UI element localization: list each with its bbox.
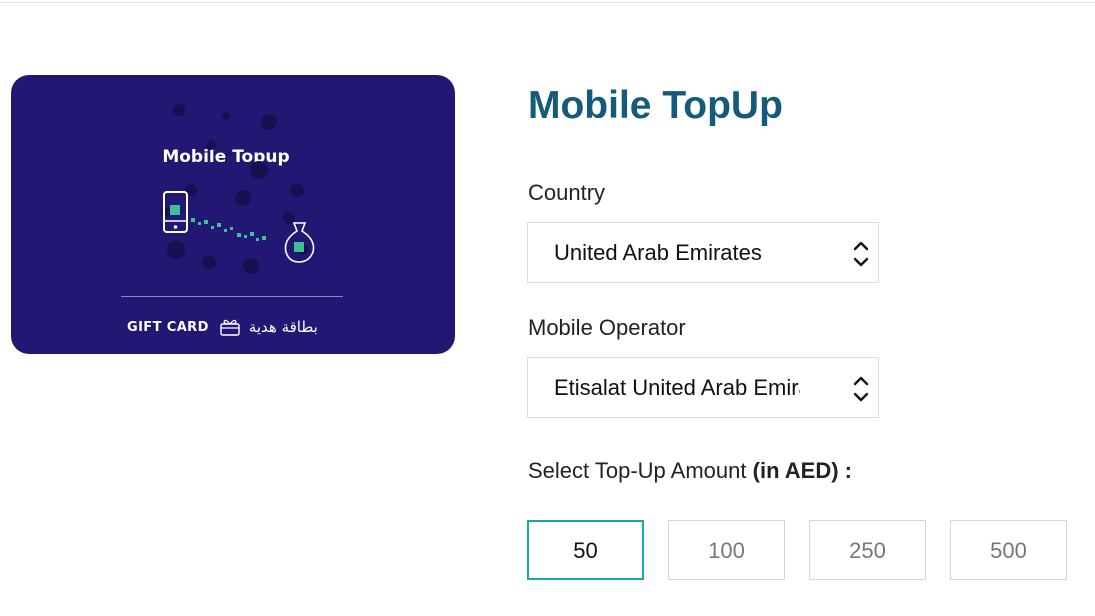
gift-icon <box>220 319 240 336</box>
card-illustration <box>161 104 315 274</box>
country-select-value: United Arab Emirates <box>554 240 762 265</box>
card-divider <box>121 296 343 297</box>
page-title: Mobile TopUp <box>528 84 783 127</box>
country-label: Country <box>528 180 606 205</box>
amount-option-100[interactable]: 100 <box>668 520 785 580</box>
amount-label: Select Top-Up Amount (in AED) : <box>528 458 852 484</box>
select-arrows-icon <box>853 241 869 267</box>
operator-select[interactable]: Etisalat United Arab Emirates <box>527 357 879 418</box>
country-select[interactable]: United Arab Emirates <box>527 222 879 283</box>
card-footer: GIFT CARD بطاقة هدية <box>127 316 357 338</box>
amount-option-500[interactable]: 500 <box>950 520 1067 580</box>
amount-label-text: Select Top-Up Amount <box>528 458 747 483</box>
gift-card-label: GIFT CARD <box>127 319 209 335</box>
select-arrows-icon <box>853 376 869 402</box>
operator-label: Mobile Operator <box>528 315 686 340</box>
money-bag-icon <box>284 222 315 263</box>
amount-label-unit: (in AED) : <box>752 458 853 483</box>
amount-option-50[interactable]: 50 <box>527 520 644 580</box>
product-card-image: Mobile Topup GIFT CARD بطاقة هدية <box>11 75 455 354</box>
header-divider <box>0 2 1095 3</box>
operator-select-value: Etisalat United Arab Emirates <box>554 375 800 400</box>
amount-option-250[interactable]: 250 <box>809 520 926 580</box>
arabic-gift-card-label: بطاقة هدية <box>248 318 318 336</box>
